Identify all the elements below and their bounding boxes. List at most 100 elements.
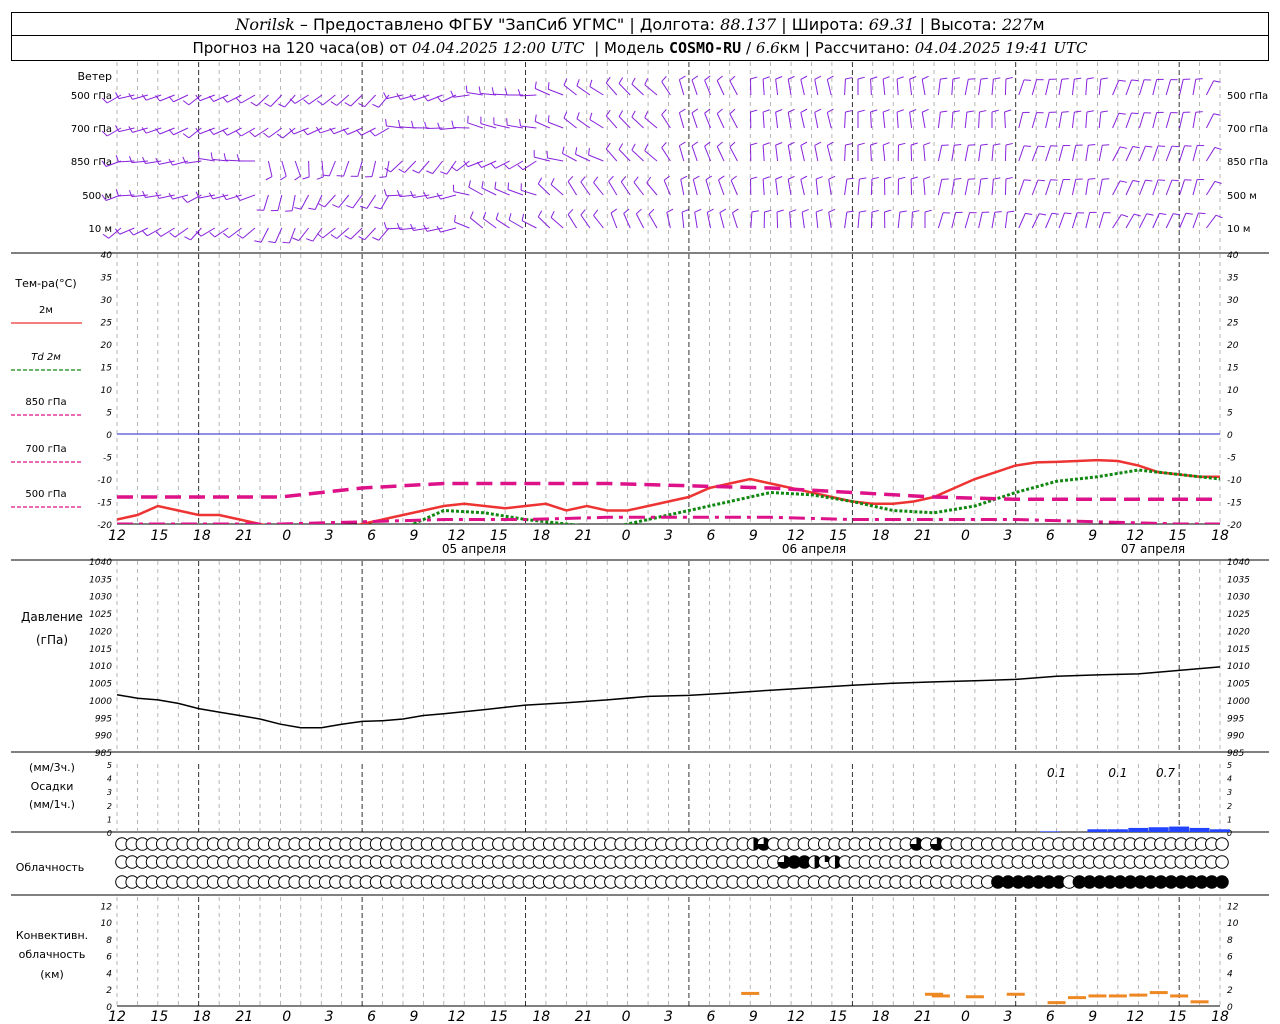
- wind-barb-feather: [593, 209, 599, 216]
- wind-barb: [1205, 113, 1215, 129]
- precip-annotation: 0.7: [1156, 766, 1175, 780]
- wind-barb: [844, 179, 848, 196]
- cloud-ylabel: Облачность: [16, 861, 85, 874]
- wind-barb: [1058, 112, 1063, 129]
- wind-barb: [550, 184, 564, 196]
- wind-barb-feather: [344, 102, 351, 107]
- x-tick-label-bottom: 12: [787, 1009, 805, 1024]
- wind-barb: [964, 79, 969, 96]
- wind-barb-feather: [276, 133, 284, 139]
- convective-segment: [1170, 994, 1189, 998]
- wind-barb-feather: [666, 208, 674, 213]
- wind-barb: [593, 215, 604, 229]
- wind-barb-feather: [379, 176, 387, 178]
- wind-barb: [1031, 145, 1039, 162]
- wind-barb: [470, 217, 484, 229]
- wind-barb-feather: [372, 103, 379, 108]
- wind-barb-feather: [547, 82, 550, 90]
- wind-barb-feather: [593, 176, 599, 183]
- wind-barb: [1179, 213, 1187, 229]
- wind-barb-feather: [693, 175, 700, 180]
- wind-barb: [371, 160, 377, 177]
- wind-barb: [1071, 145, 1077, 162]
- convective-segment: [931, 994, 950, 998]
- wind-barb-feather: [537, 177, 543, 185]
- wind-barb-feather: [896, 76, 904, 80]
- wind-barb: [681, 212, 685, 229]
- wind-barb: [610, 212, 618, 229]
- wind-barb-feather: [383, 222, 387, 229]
- temp-ytick-right: 15: [1227, 364, 1239, 374]
- wind-barb: [1058, 145, 1064, 162]
- wind-barb: [897, 212, 901, 229]
- wind-barb-feather: [282, 241, 290, 244]
- x-tick-label: 9: [749, 528, 758, 544]
- wind-barb-feather: [870, 142, 878, 146]
- wind-barb-feather: [521, 213, 525, 221]
- wind-barb: [567, 181, 578, 196]
- wind-barb: [453, 191, 470, 196]
- temp-ytick-right: 25: [1227, 319, 1239, 329]
- x-tick-label-bottom: 3: [1003, 1009, 1012, 1024]
- temp-ytick: -15: [97, 499, 112, 509]
- wind-barb-feather: [184, 236, 191, 241]
- wind-barb: [593, 182, 604, 196]
- temp-ytick: 15: [101, 364, 113, 374]
- precip-ytick: 1: [107, 815, 112, 824]
- wind-barb-feather: [644, 111, 649, 118]
- x-tick-label: 18: [872, 528, 890, 544]
- wind-barb: [1004, 78, 1007, 96]
- wind-barb-feather: [550, 177, 555, 185]
- wind-barb-feather: [952, 77, 960, 80]
- wind-level-label: 10 м: [89, 224, 112, 235]
- wind-barb-feather: [495, 212, 499, 220]
- wind-barb-feather: [1074, 110, 1082, 113]
- wind-barb-feather: [250, 101, 257, 107]
- wind-barb: [1152, 112, 1158, 129]
- wind-barb: [978, 212, 983, 229]
- wind-barb-feather: [308, 207, 316, 210]
- wind-barb-feather: [730, 175, 737, 181]
- wind-barb: [1112, 214, 1122, 229]
- wind-barb-feather: [385, 119, 388, 127]
- wind-barb-feather: [775, 176, 783, 180]
- wind-barb: [580, 214, 591, 229]
- wind-barb-feather: [316, 100, 324, 106]
- wind-barb: [921, 79, 926, 96]
- wind-barb: [826, 145, 832, 162]
- wind-barb: [468, 186, 484, 196]
- convective-ytick: 12: [101, 902, 113, 912]
- pressure-yunit: (гПа): [36, 633, 68, 647]
- wind-barb-feather: [716, 141, 723, 147]
- wind-barb-feather: [263, 132, 270, 138]
- wind-barb-feather: [815, 209, 823, 213]
- wind-barb-feather: [265, 176, 273, 181]
- wind-barb: [800, 145, 805, 162]
- wind-level-label-right: 850 гПа: [1227, 157, 1268, 168]
- x-tick-label: 6: [706, 528, 715, 544]
- legend-label: 2м: [39, 305, 53, 316]
- wind-barb: [661, 147, 671, 162]
- wind-barb: [705, 179, 712, 196]
- pressure-ytick-right: 1000: [1227, 697, 1250, 707]
- wind-barb: [446, 160, 457, 175]
- wind-barb: [605, 115, 618, 129]
- precip-ytick: 3: [107, 788, 112, 797]
- wind-barb-feather: [775, 142, 783, 146]
- wind-barb: [521, 220, 537, 229]
- wind-barb: [910, 144, 913, 162]
- wind-barb: [537, 183, 551, 196]
- wind-barb: [787, 112, 792, 129]
- wind-barb: [814, 79, 819, 96]
- convective-ytick-right: 0: [1227, 1003, 1233, 1013]
- wind-barb: [1045, 179, 1052, 196]
- wind-barb-feather: [508, 213, 512, 221]
- wind-barb-feather: [661, 109, 667, 115]
- wind-barb: [440, 194, 457, 200]
- wind-barb: [1112, 180, 1121, 196]
- wind-barb-feather: [1173, 213, 1181, 216]
- wind-barb-feather: [358, 235, 365, 241]
- wind-barb-feather: [567, 208, 574, 215]
- wind-barb: [719, 212, 725, 229]
- wind-barb: [951, 145, 955, 162]
